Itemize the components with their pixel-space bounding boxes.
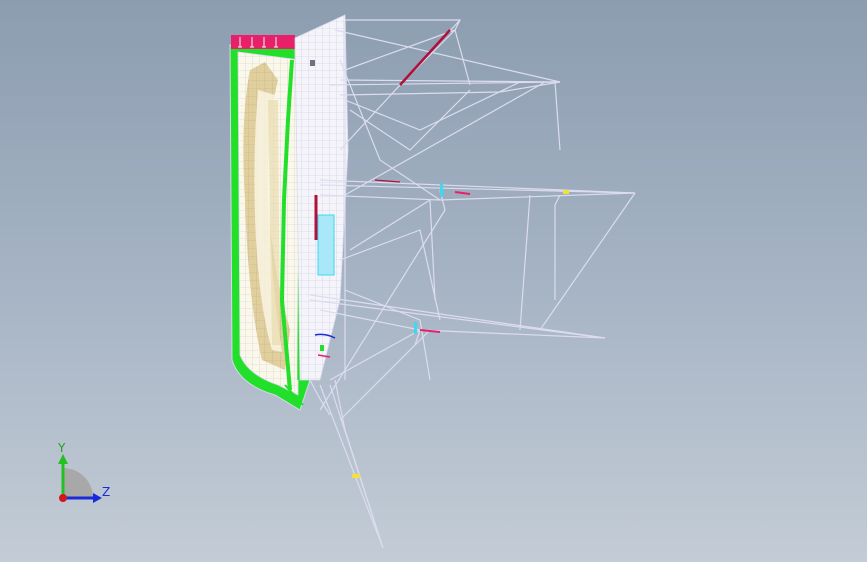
rigging <box>309 19 636 549</box>
z-axis-arrow <box>93 493 102 503</box>
triad-plane-shading <box>63 468 93 498</box>
y-axis-arrow <box>58 454 68 464</box>
y-axis-label: Y <box>58 441 66 455</box>
deck-top <box>231 35 295 49</box>
graphics-viewport[interactable]: Y Z <box>0 0 867 562</box>
z-axis-label: Z <box>102 485 111 499</box>
stern-structure <box>294 14 349 381</box>
triad-origin <box>59 494 67 502</box>
ship-model-wireframe[interactable] <box>0 0 867 562</box>
triad-graphic <box>58 454 102 503</box>
rigging-accents <box>314 29 569 478</box>
orientation-triad[interactable]: Y Z <box>45 440 125 520</box>
